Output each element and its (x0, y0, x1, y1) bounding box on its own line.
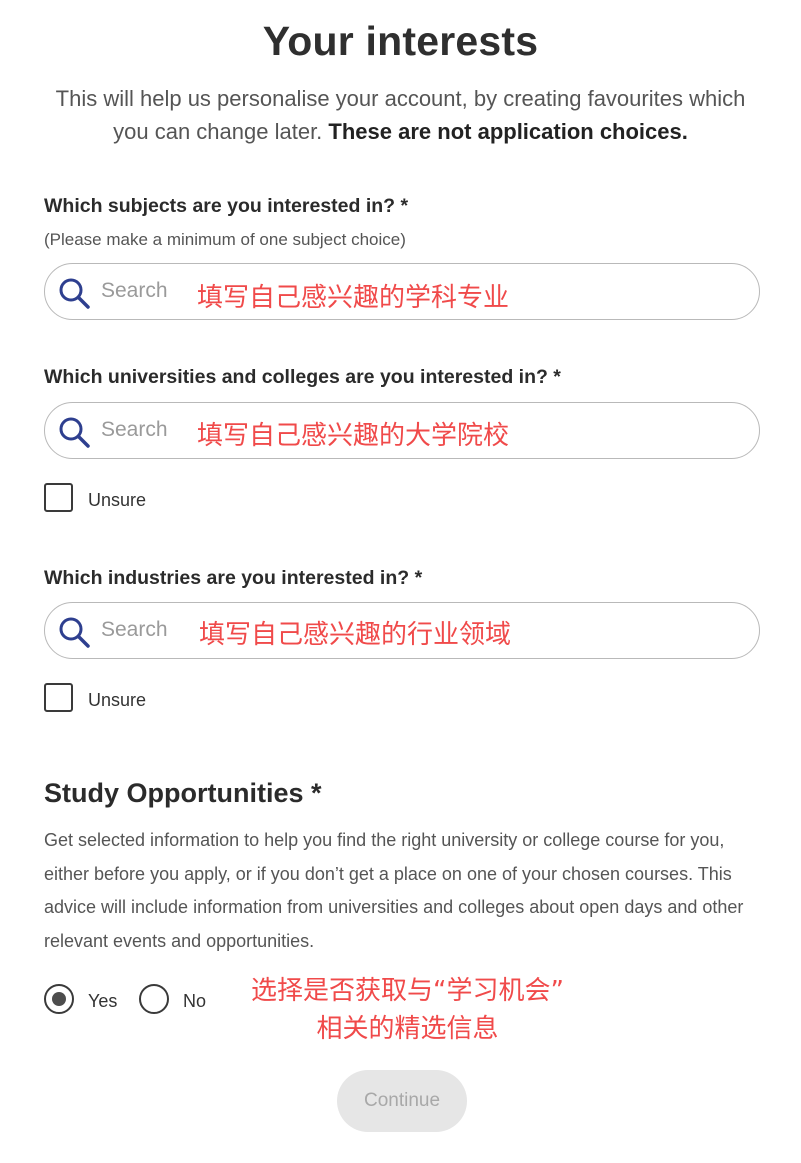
page-title: Your interests (262, 18, 539, 64)
universities-annotation: 填写自己感兴趣的大学院校 (197, 421, 510, 451)
intro-text: This will help us personalise your accou… (40, 82, 761, 148)
annotation-line-2: 相关的精选信息 (316, 1014, 499, 1044)
no-radio-label: No (183, 991, 207, 1011)
universities-unsure-label: Unsure (88, 490, 147, 510)
annotation-line-1: 选择是否获取与“学习机会” (251, 976, 564, 1006)
subjects-annotation: 填写自己感兴趣的学科专业 (197, 283, 510, 313)
search-placeholder: Search (101, 618, 168, 641)
industries-label: Which industries are you interested in? … (44, 567, 423, 589)
search-icon (59, 417, 90, 448)
search-placeholder: Search (101, 418, 168, 441)
industries-unsure-label: Unsure (88, 690, 147, 710)
intro-bold: These are not application choices. (328, 119, 688, 144)
universities-unsure-checkbox[interactable] (44, 483, 73, 512)
search-icon (59, 617, 90, 648)
search-placeholder: Search (101, 279, 168, 302)
search-icon (59, 278, 90, 309)
study-opportunities-annotation: 选择是否获取与“学习机会” 相关的精选信息 (225, 972, 590, 1048)
study-opportunities-title: Study Opportunities * (44, 778, 322, 808)
industries-annotation: 填写自己感兴趣的行业领域 (199, 620, 512, 650)
subjects-label: Which subjects are you interested in? * (44, 195, 409, 217)
subjects-hint: (Please make a minimum of one subject ch… (44, 230, 406, 249)
radio-selected-dot (52, 992, 66, 1006)
universities-label: Which universities and colleges are you … (44, 366, 561, 388)
no-radio[interactable] (139, 984, 169, 1014)
yes-radio-label: Yes (88, 991, 118, 1011)
industries-unsure-checkbox[interactable] (44, 683, 73, 712)
continue-button[interactable]: Continue (337, 1070, 467, 1132)
study-opportunities-description: Get selected information to help you fin… (44, 830, 744, 951)
yes-radio[interactable] (44, 984, 74, 1014)
